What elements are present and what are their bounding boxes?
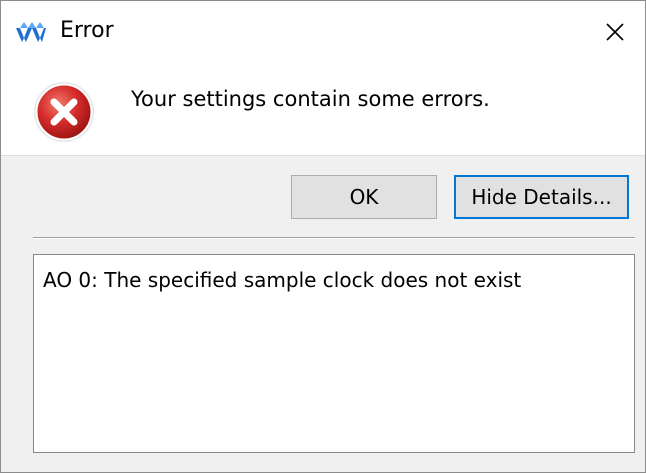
window-title: Error bbox=[60, 18, 114, 43]
message-panel: Your settings contain some errors. bbox=[1, 63, 645, 156]
close-icon bbox=[606, 23, 624, 41]
close-button[interactable] bbox=[595, 12, 635, 52]
error-message: Your settings contain some errors. bbox=[131, 87, 490, 111]
details-textbox[interactable]: AO 0: The specified sample clock does no… bbox=[33, 254, 635, 453]
title-bar: Error bbox=[1, 1, 645, 63]
hide-details-button[interactable]: Hide Details... bbox=[454, 175, 629, 219]
divider bbox=[33, 237, 635, 239]
ok-button[interactable]: OK bbox=[291, 175, 437, 219]
error-icon bbox=[32, 80, 96, 144]
app-logo-icon bbox=[15, 20, 47, 44]
error-dialog: Error Your settings contain some errors.… bbox=[0, 0, 646, 473]
details-text: AO 0: The specified sample clock does no… bbox=[43, 268, 522, 292]
